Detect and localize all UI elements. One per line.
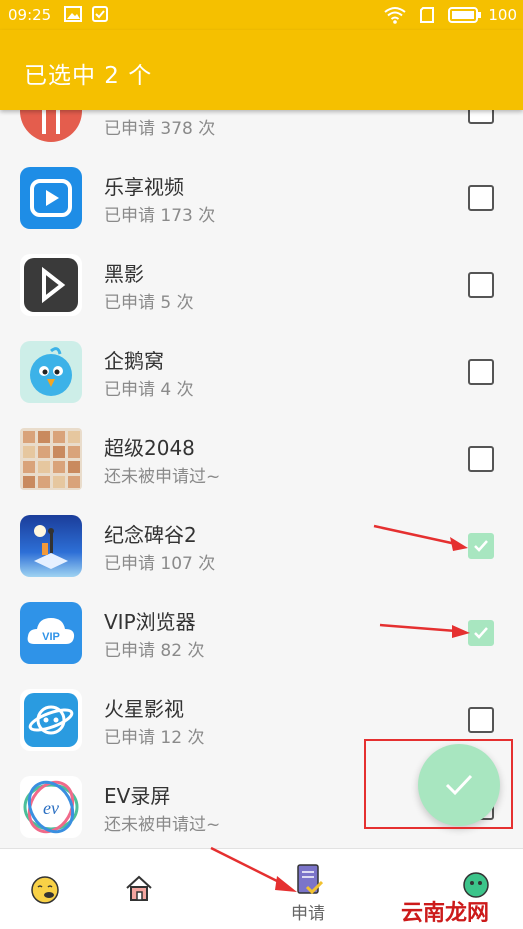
app-checkbox[interactable]	[468, 359, 494, 385]
app-checkbox-checked[interactable]	[468, 533, 494, 559]
watermark-text: 云南龙网	[400, 901, 489, 926]
apply-count: 已申请 107 次	[104, 554, 216, 574]
app-name: 纪念碑谷2	[104, 523, 197, 547]
checkmark-icon	[445, 774, 473, 796]
home-icon	[126, 875, 152, 901]
list-item[interactable]: 纪念碑谷2 已申请 107 次	[0, 503, 523, 590]
app-checkbox[interactable]	[468, 272, 494, 298]
wifi-icon	[384, 6, 406, 28]
apply-count: 已申请 378 次	[104, 119, 216, 139]
apply-count: 还未被申请过~	[104, 467, 221, 487]
checkmark-icon	[474, 627, 488, 639]
app-bar: 已选中 2 个	[0, 30, 523, 110]
monument-valley-app-icon	[20, 515, 82, 577]
utensils-app-icon	[20, 110, 82, 142]
bottom-nav: 申请 云南龙网	[0, 848, 523, 929]
battery-icon	[448, 6, 482, 28]
planet-app-icon	[20, 689, 82, 751]
nav-emoji-tab[interactable]	[0, 849, 90, 929]
nav-apply-label: 申请	[291, 904, 325, 924]
app-name: 企鹅窝	[104, 349, 164, 373]
play-triangle-app-icon	[20, 254, 82, 316]
checkmark-icon	[474, 540, 488, 552]
image-notification-icon	[64, 6, 82, 26]
confirm-fab-button[interactable]	[418, 744, 500, 826]
play-video-app-icon	[20, 167, 82, 229]
app-list: 已申请 378 次 乐享视频 已申请 173 次 黑影 已申请 5 次 企鹅窝 …	[0, 110, 523, 848]
bird-app-icon	[20, 341, 82, 403]
list-item[interactable]: 企鹅窝 已申请 4 次	[0, 329, 523, 416]
app-checkbox[interactable]	[468, 110, 494, 124]
apply-count: 已申请 4 次	[104, 380, 194, 400]
svg-text:ev: ev	[43, 798, 59, 818]
app-name: 超级2048	[104, 436, 195, 460]
apply-count: 已申请 82 次	[104, 641, 205, 661]
app-name: 火星影视	[104, 697, 184, 721]
app-checkbox[interactable]	[468, 185, 494, 211]
app-name: 黑影	[104, 262, 144, 286]
app-name: VIP浏览器	[104, 610, 196, 634]
app-checkbox[interactable]	[468, 446, 494, 472]
vip-cloud-app-icon: VIP	[20, 602, 82, 664]
app-name: 乐享视频	[104, 175, 184, 199]
list-item[interactable]: 超级2048 还未被申请过~	[0, 416, 523, 503]
svg-text:VIP: VIP	[42, 631, 60, 643]
list-item[interactable]: 乐享视频 已申请 173 次	[0, 155, 523, 242]
list-item[interactable]: VIP VIP浏览器 已申请 82 次	[0, 590, 523, 677]
grid-2048-app-icon	[20, 428, 82, 490]
nav-home-tab[interactable]	[94, 849, 184, 929]
list-item[interactable]: 黑影 已申请 5 次	[0, 242, 523, 329]
apply-count: 已申请 5 次	[104, 293, 194, 313]
apply-count: 已申请 12 次	[104, 728, 205, 748]
clipboard-check-icon	[297, 864, 323, 895]
nav-apply-tab[interactable]: 申请	[263, 849, 353, 929]
list-item[interactable]: 已申请 378 次	[0, 110, 523, 155]
battery-level: 100	[488, 6, 517, 24]
apply-count: 已申请 173 次	[104, 206, 216, 226]
sim-card-icon	[418, 6, 436, 28]
shield-notification-icon	[92, 6, 108, 26]
app-checkbox-checked[interactable]	[468, 620, 494, 646]
ev-logo-app-icon: ev	[20, 776, 82, 838]
apply-count: 还未被申请过~	[104, 815, 221, 835]
app-checkbox[interactable]	[468, 707, 494, 733]
status-time: 09:25	[8, 6, 52, 24]
app-name: EV录屏	[104, 784, 171, 808]
smiley-icon	[31, 876, 59, 904]
status-bar: 09:25 100	[0, 0, 523, 30]
page-title: 已选中 2 个	[24, 63, 153, 89]
